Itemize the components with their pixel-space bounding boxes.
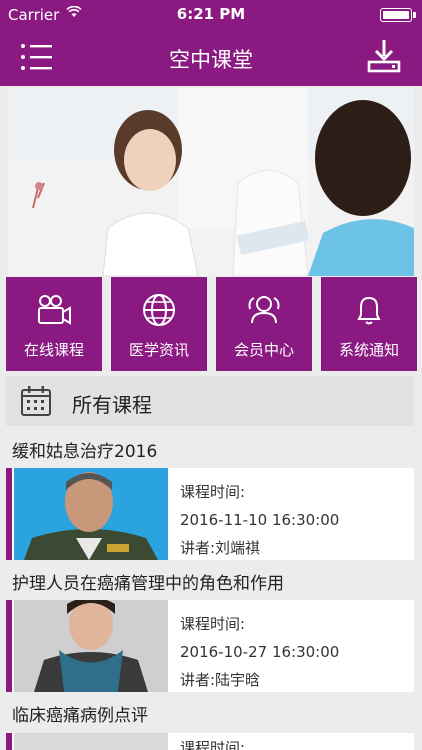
tile-online-courses[interactable]: 在线课程 [6,277,102,371]
course-time-label: 课程时间: [180,741,246,750]
tile-label: 会员中心 [233,341,294,359]
all-courses-header: 所有课程 [6,376,414,426]
download-icon[interactable] [366,38,402,74]
clock: 6:21 PM [176,5,246,23]
feature-tiles: 在线课程 医学资讯 会员中心 系统通知 [6,277,417,371]
course-title[interactable]: 缓和姑息治疗2016 [12,437,157,462]
course-info: 课程时间: 2016-10-27 16:30:00 讲者:陆宇晗 [180,610,339,694]
course-lecturer: 讲者:刘端祺 [180,539,261,557]
course-lecturer: 讲者:陆宇晗 [180,671,261,689]
lecturer-photo [14,600,168,692]
video-camera-icon [36,293,72,327]
users-icon [246,293,282,327]
course-title[interactable]: 护理人员在癌痛管理中的角色和作用 [12,569,284,594]
globe-icon [141,293,177,327]
accent-bar [6,600,12,692]
accent-bar [6,468,12,560]
page-title: 空中课堂 [169,48,253,72]
battery-icon [380,8,416,22]
nav-bar: 空中课堂 [0,30,422,86]
tile-medical-news[interactable]: 医学资讯 [111,277,207,371]
course-card[interactable]: 课程时间: 2016-11-10 16:30:00 讲者:刘端祺 [6,468,414,560]
tile-system-notices[interactable]: 系统通知 [321,277,417,371]
tile-member-center[interactable]: 会员中心 [216,277,312,371]
course-title[interactable]: 临床癌痛病例点评 [12,701,148,726]
lecturer-photo [14,468,168,560]
course-time: 2016-10-27 16:30:00 [180,643,340,661]
tile-label: 医学资讯 [128,341,189,359]
course-info: 课程时间: 2016-11-10 16:30:00 讲者:刘端祺 [180,478,339,562]
course-card[interactable]: 课程时间: [6,733,414,750]
course-time-label: 课程时间: [180,483,246,501]
course-time: 2016-11-10 16:30:00 [180,511,340,529]
calendar-icon [20,385,52,417]
tile-label: 在线课程 [23,341,84,359]
status-bar: Carrier 6:21 PM [0,0,422,30]
banner-image[interactable] [8,88,414,276]
course-time-label: 课程时间: [180,615,246,633]
lecturer-photo [14,733,168,750]
tile-label: 系统通知 [338,341,399,359]
course-card[interactable]: 课程时间: 2016-10-27 16:30:00 讲者:陆宇晗 [6,600,414,692]
section-title: 所有课程 [72,393,152,417]
bell-icon [351,293,387,327]
accent-bar [6,733,12,750]
